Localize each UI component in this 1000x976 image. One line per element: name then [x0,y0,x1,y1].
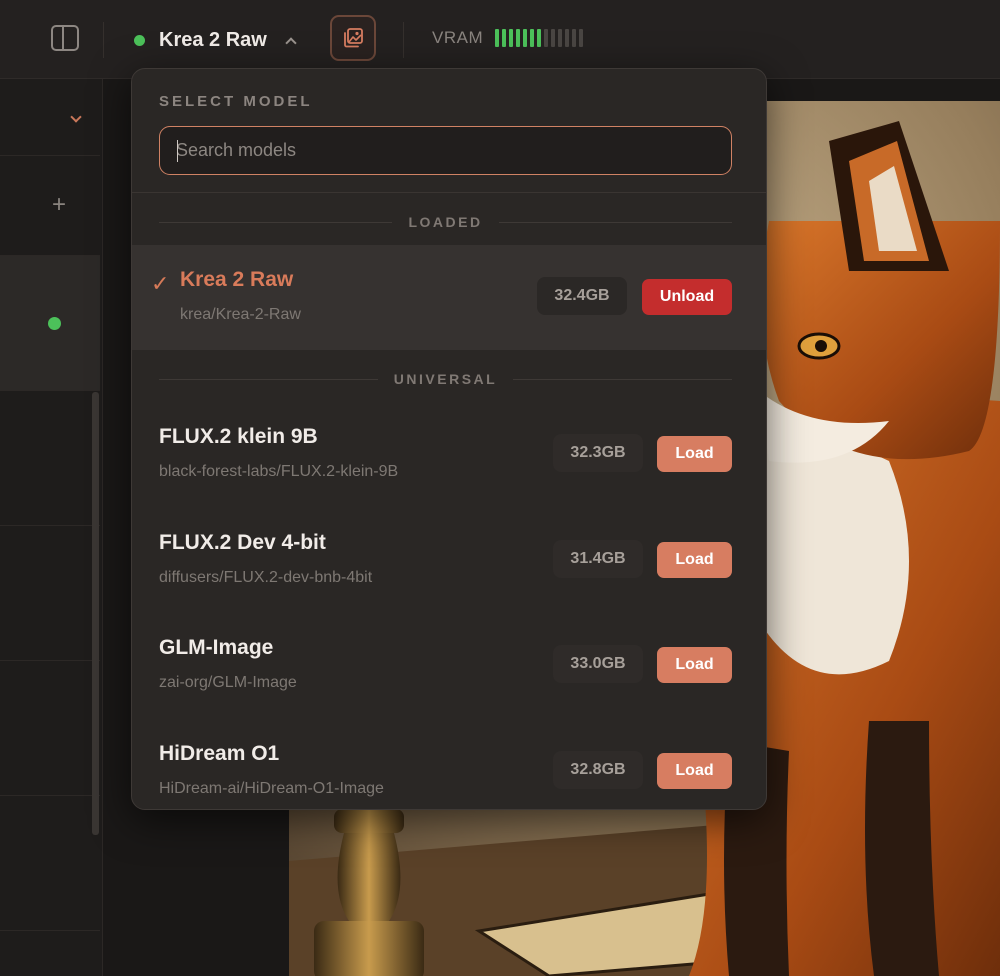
model-repo: black-forest-labs/FLUX.2-klein-9B [159,463,399,480]
sidebar-item[interactable] [0,661,100,796]
model-size-badge: 32.3GB [553,434,643,472]
section-divider-line [513,378,732,380]
vram-bar-segment [537,29,542,47]
current-model-name: Krea 2 Raw [159,28,267,51]
sidebar-scrollbar[interactable] [92,392,99,835]
chevron-up-icon [285,36,297,49]
dropdown-heading: SELECT MODEL [159,93,313,110]
sidebar-item[interactable] [0,796,100,931]
section-label-text: UNIVERSAL [393,371,498,387]
vram-bar-segment [544,29,549,47]
chevron-down-icon[interactable] [70,111,82,123]
vram-bar-segment [565,29,570,47]
section-divider-line [498,221,732,223]
section-label-loaded: LOADED [159,212,732,232]
vram-bar-segment [523,29,528,47]
vram-meter: VRAM [432,28,584,48]
header-divider [132,192,766,193]
model-repo: zai-org/GLM-Image [159,674,297,691]
vram-bar-segment [551,29,556,47]
text-caret [177,140,178,162]
sidebar-item-active[interactable] [0,256,100,391]
load-button[interactable]: Load [657,542,732,578]
left-sidebar: + [0,79,103,976]
vram-bar-segment [558,29,563,47]
sidebar-collapse-row[interactable] [0,79,100,156]
load-button[interactable]: Load [657,436,732,472]
toolbar-divider [403,22,404,58]
vram-bars [495,29,584,47]
model-size-badge: 31.4GB [553,540,643,578]
status-dot-icon [134,34,145,46]
model-row-hidream-o1[interactable]: HiDream O1 HiDream-ai/HiDream-O1-Image 3… [132,719,766,809]
model-repo: krea/Krea-2-Raw [180,306,301,323]
model-size-badge: 33.0GB [553,645,643,683]
model-size-badge: 32.8GB [553,751,643,789]
vram-bar-segment [502,29,507,47]
model-row-krea-2-raw[interactable]: ✓ Krea 2 Raw krea/Krea-2-Raw 32.4GB Unlo… [132,245,766,350]
load-button[interactable]: Load [657,753,732,789]
load-button[interactable]: Load [657,647,732,683]
unload-button[interactable]: Unload [642,279,732,315]
model-row-glm-image[interactable]: GLM-Image zai-org/GLM-Image 33.0GB Load [132,613,766,718]
image-gallery-icon [344,28,363,48]
section-divider-line [159,378,378,380]
sidebar-item[interactable] [0,391,100,526]
checkmark-icon: ✓ [151,271,170,296]
model-title: GLM-Image [159,636,274,659]
plus-icon[interactable]: + [52,193,66,217]
model-selector-button[interactable]: Krea 2 Raw [134,24,297,56]
vram-bar-segment [530,29,535,47]
section-label-universal: UNIVERSAL [159,369,732,389]
toolbar-divider [103,22,104,58]
sidebar-toggle-icon[interactable] [51,25,79,51]
sidebar-item[interactable] [0,526,100,661]
status-dot-icon [48,317,61,330]
model-repo: HiDream-ai/HiDream-O1-Image [159,780,384,797]
model-repo: diffusers/FLUX.2-dev-bnb-4bit [159,569,373,586]
sidebar-add-row[interactable]: + [0,155,100,256]
model-size-badge: 32.4GB [537,277,627,315]
model-title: Krea 2 Raw [180,268,294,291]
search-box[interactable] [159,126,732,175]
section-label-text: LOADED [408,214,483,230]
vram-bar-segment [509,29,514,47]
model-title: FLUX.2 klein 9B [159,425,318,448]
model-select-dropdown: SELECT MODEL LOADED ✓ Krea 2 Raw krea/Kr… [131,68,767,810]
model-title: HiDream O1 [159,742,280,765]
vram-bar-segment [572,29,577,47]
vram-bar-segment [579,29,584,47]
vram-bar-segment [495,29,500,47]
vram-label: VRAM [432,28,484,47]
model-row-flux2-klein-9b[interactable]: FLUX.2 klein 9B black-forest-labs/FLUX.2… [132,402,766,507]
model-title: FLUX.2 Dev 4-bit [159,531,326,554]
vram-bar-segment [516,29,521,47]
search-input[interactable] [160,127,731,174]
section-divider-line [159,221,393,223]
image-gallery-button[interactable] [330,15,376,61]
model-row-flux2-dev-4bit[interactable]: FLUX.2 Dev 4-bit diffusers/FLUX.2-dev-bn… [132,508,766,613]
